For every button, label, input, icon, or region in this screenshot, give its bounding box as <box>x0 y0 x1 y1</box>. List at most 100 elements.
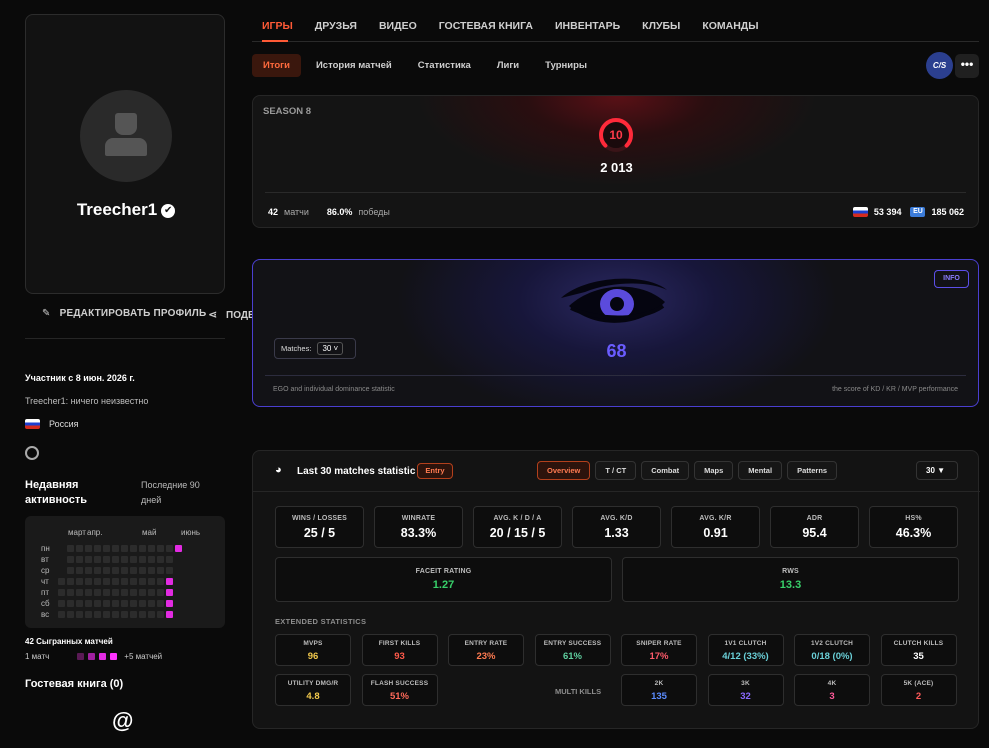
heatmap-cell <box>112 600 119 607</box>
heatmap-cell <box>76 545 83 552</box>
heatmap-cell <box>58 578 65 585</box>
tab-mental[interactable]: Mental <box>738 461 783 480</box>
heatmap-cell <box>157 611 164 618</box>
activity-heatmap: март апр. май июнь пн вт ср чт пт сб вс <box>25 516 225 628</box>
extended-stat-card: UTILITY DMG/R 4.8 <box>275 674 351 706</box>
heatmap-cell <box>157 589 164 596</box>
heatmap-cell <box>139 611 146 618</box>
heatmap-cell <box>121 545 128 552</box>
heatmap-cell <box>139 589 146 596</box>
subtab-leagues[interactable]: Лиги <box>486 54 530 77</box>
sub-nav: Итоги История матчей Статистика Лиги Тур… <box>252 54 598 77</box>
tab-guestbook[interactable]: ГОСТЕВАЯ КНИГА <box>439 20 533 32</box>
heatmap-cell <box>112 611 119 618</box>
faceit-rating-card: FACEIT RATING 1.27 <box>275 557 612 602</box>
game-selector-icon[interactable]: C/S <box>926 52 953 79</box>
stats-tabs: Overview T / CT Combat Maps Mental Patte… <box>537 461 838 480</box>
extended-stat-card: CLUTCH KILLS 35 <box>880 634 957 666</box>
heatmap-cell <box>139 545 146 552</box>
username: Treecher1 ✔ <box>26 200 226 220</box>
heatmap-cell <box>103 545 110 552</box>
ego-note-left: EGO and individual dominance statistic <box>273 386 395 393</box>
heatmap-cell <box>85 578 92 585</box>
heatmap-cell <box>148 545 155 552</box>
tab-teams[interactable]: КОМАНДЫ <box>702 20 758 32</box>
heatmap-cell <box>112 567 119 574</box>
extended-stat-card: MVPS 96 <box>275 634 351 666</box>
heatmap-cell <box>139 567 146 574</box>
extended-stat-card: FLASH SUCCESS 51% <box>361 674 438 706</box>
heatmap-cell <box>76 567 83 574</box>
heatmap-cell <box>166 578 173 585</box>
stat-card: WINRATE 83.3% <box>374 506 463 548</box>
guestbook-title: Гостевая книга (0) <box>25 678 124 690</box>
stat-card: HS% 46.3% <box>869 506 958 548</box>
stats-divider <box>253 491 980 492</box>
stat-card: AVG. K / D / A 20 / 15 / 5 <box>473 506 562 548</box>
heatmap-cell <box>157 600 164 607</box>
heatmap-cell <box>85 567 92 574</box>
heatmap-cell <box>85 556 92 563</box>
heatmap-day: пт <box>41 588 49 597</box>
tab-friends[interactable]: ДРУЗЬЯ <box>315 20 357 32</box>
tab-t-ct[interactable]: T / CT <box>595 461 637 480</box>
tab-inventory[interactable]: ИНВЕНТАРЬ <box>555 20 620 32</box>
tab-games[interactable]: ИГРЫ <box>262 20 293 32</box>
edit-profile-button[interactable]: ✎ РЕДАКТИРОВАТЬ ПРОФИЛЬ <box>42 308 206 319</box>
matches-select[interactable]: Matches: 30 ˅ <box>274 338 356 359</box>
russia-flag-icon <box>852 207 868 217</box>
heatmap-cell <box>166 545 173 552</box>
subtab-match-history[interactable]: История матчей <box>305 54 403 77</box>
heatmap-cell <box>94 545 101 552</box>
matches-select-value[interactable]: 30 ˅ <box>317 342 344 355</box>
subtab-statistics[interactable]: Статистика <box>407 54 482 77</box>
heatmap-cell <box>94 578 101 585</box>
extended-stat-card: SNIPER RATE 17% <box>621 634 697 666</box>
heatmap-month: апр. <box>87 528 103 537</box>
pencil-icon: ✎ <box>42 308 51 319</box>
divider <box>25 338 225 339</box>
heatmap-day: вт <box>41 555 49 564</box>
extended-stats-title: EXTENDED STATISTICS <box>275 617 367 626</box>
eye-icon <box>561 278 667 323</box>
subtab-summary[interactable]: Итоги <box>252 54 301 77</box>
heatmap-cell <box>85 600 92 607</box>
heatmap-cell <box>148 589 155 596</box>
heatmap-cell <box>157 578 164 585</box>
stats-title: Last 30 matches statistic <box>297 466 416 477</box>
heatmap-cell <box>103 589 110 596</box>
heatmap-cell <box>148 556 155 563</box>
ego-divider <box>265 375 966 376</box>
match-count-select[interactable]: 30 ▼ <box>916 461 958 480</box>
tab-combat[interactable]: Combat <box>641 461 690 480</box>
russia-flag-icon <box>25 419 40 429</box>
heatmap-cell <box>67 556 74 563</box>
heatmap-cell <box>85 545 92 552</box>
tab-patterns[interactable]: Patterns <box>787 461 838 480</box>
heatmap-cell <box>148 567 155 574</box>
heatmap-cell <box>76 578 83 585</box>
avatar[interactable] <box>80 90 172 182</box>
heatmap-cell <box>112 589 119 596</box>
steam-icon[interactable] <box>25 446 39 460</box>
subtab-tournaments[interactable]: Турниры <box>534 54 598 77</box>
extended-stat-card: ENTRY RATE 23% <box>448 634 524 666</box>
tab-clubs[interactable]: КЛУБЫ <box>642 20 680 32</box>
stats-panel: ◕ Last 30 matches statistic Entry Overvi… <box>252 450 980 729</box>
heatmap-cell <box>121 567 128 574</box>
heatmap-cell <box>94 567 101 574</box>
multi-kill-card: 4K 3 <box>794 674 870 706</box>
recent-activity-title: Недавняя активность <box>25 479 88 506</box>
tab-overview[interactable]: Overview <box>537 461 591 480</box>
tab-video[interactable]: ВИДЕО <box>379 20 417 32</box>
heatmap-cell <box>166 600 173 607</box>
at-icon[interactable]: @ <box>112 708 133 734</box>
info-button[interactable]: INFO <box>934 270 969 288</box>
profile-card: Treecher1 ✔ <box>25 14 225 294</box>
tab-maps[interactable]: Maps <box>694 461 734 480</box>
more-options-button[interactable]: ••• <box>955 54 979 78</box>
multi-kills-label: MULTI KILLS <box>555 687 602 696</box>
ego-score: 68 <box>606 341 627 361</box>
heatmap-cell <box>85 589 92 596</box>
heatmap-cell <box>94 611 101 618</box>
